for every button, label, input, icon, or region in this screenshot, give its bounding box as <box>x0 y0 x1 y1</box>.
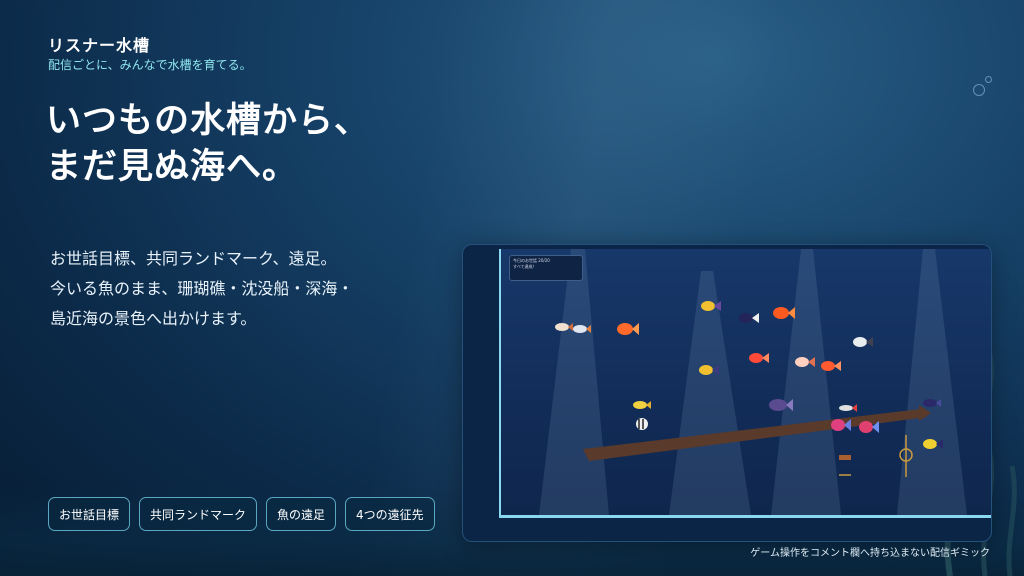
fish-icon <box>923 439 943 449</box>
headline-line-2: まだ見ぬ海へ。 <box>46 147 299 187</box>
headline: いつもの水槽から、 まだ見ぬ海へ。 <box>46 98 370 190</box>
fish-icon <box>617 323 639 335</box>
fish-icon <box>555 323 573 331</box>
fish-icon <box>821 361 841 371</box>
bubble-icon <box>973 84 985 96</box>
chip-fish-excursion[interactable]: 魚の遠足 <box>266 497 337 531</box>
description-line-3: 島近海の景色へ出かけます。 <box>50 309 257 328</box>
light-beams <box>539 249 967 515</box>
description: お世話目標、共同ランドマーク、遠足。 今いる魚のまま、珊瑚礁・沈没船・深海・ 島… <box>50 244 353 334</box>
fish-icon <box>923 399 941 407</box>
fish-icon <box>633 401 651 409</box>
fish-icon <box>795 357 815 367</box>
chip-four-destinations[interactable]: 4つの遠征先 <box>345 497 435 531</box>
description-line-2: 今いる魚のまま、珊瑚礁・沈没船・深海・ <box>50 279 354 298</box>
fish-icon <box>699 365 719 375</box>
fish-icon <box>859 421 879 433</box>
fish-icon <box>831 419 851 431</box>
fish-icon <box>773 307 795 319</box>
caption: ゲーム操作をコメント欄へ持ち込まない配信ギミック <box>750 548 990 559</box>
fish-icon <box>636 418 648 430</box>
chip-care-goal[interactable]: お世話目標 <box>48 497 131 531</box>
bubble-icon <box>985 76 992 83</box>
brand-tagline: 配信ごとに、みんなで水槽を育てる。 <box>48 58 252 72</box>
fish-icon <box>749 353 769 363</box>
fish-icon <box>701 301 721 311</box>
fish-icon <box>739 313 759 323</box>
goal-status: すべて達成！ <box>513 264 537 269</box>
aquarium-tank: 今日のお世話 20/20 すべて達成！ <box>499 249 991 518</box>
feature-chips: お世話目標 共同ランドマーク 魚の遠足 4つの遠征先 <box>48 497 435 531</box>
brand-title: リスナー水槽 <box>48 36 151 55</box>
headline-line-1: いつもの水槽から、 <box>46 101 371 141</box>
fish-icon <box>573 325 591 333</box>
aquarium-preview: 今日のお世話 20/20 すべて達成！ <box>462 244 992 542</box>
fish-icon <box>853 337 873 347</box>
fish-icon <box>839 404 857 412</box>
care-goal-panel: 今日のお世話 20/20 すべて達成！ <box>509 255 583 281</box>
description-line-1: お世話目標、共同ランドマーク、遠足。 <box>50 249 337 268</box>
fish-icon <box>769 399 793 411</box>
brand: リスナー水槽 配信ごとに、みんなで水槽を育てる。 <box>48 36 252 74</box>
chip-shared-landmark[interactable]: 共同ランドマーク <box>139 497 258 531</box>
